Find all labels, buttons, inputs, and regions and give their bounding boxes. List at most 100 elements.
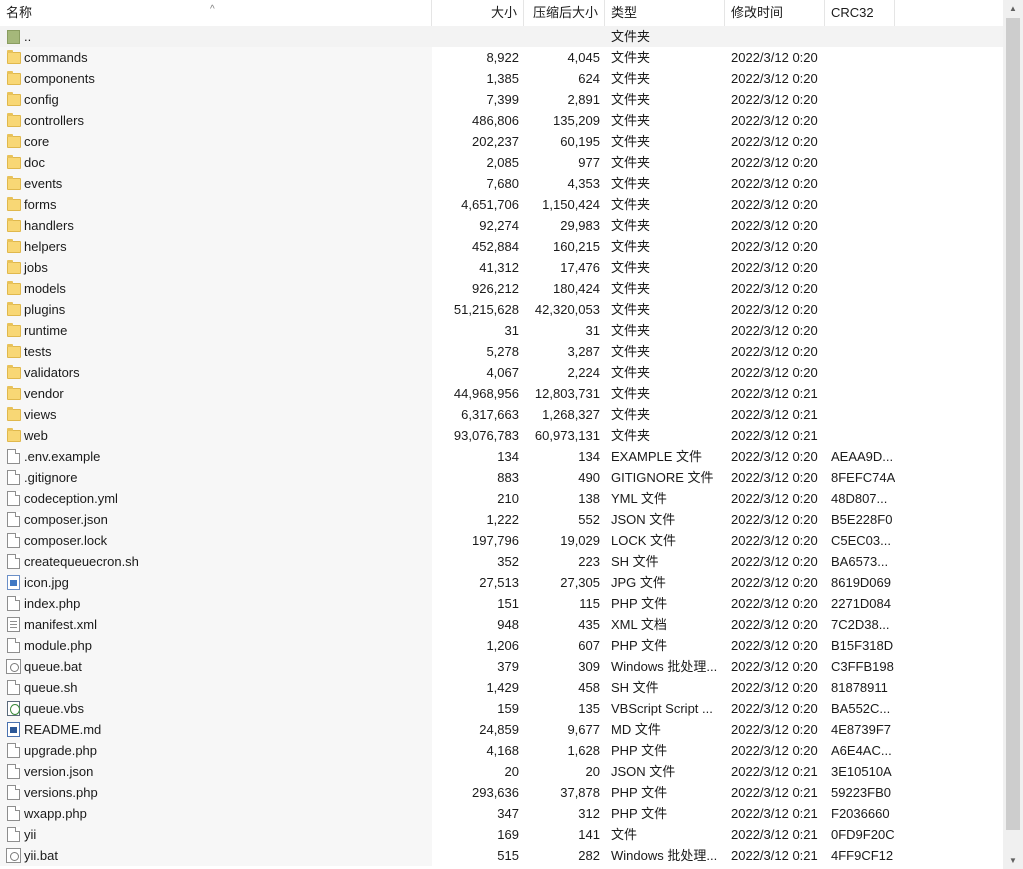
- scroll-up-arrow-icon[interactable]: ▲: [1003, 0, 1023, 17]
- file-row[interactable]: tests 5,278 3,287 文件夹 2022/3/12 0:20: [0, 341, 1003, 362]
- file-icon: [7, 449, 20, 464]
- crc32-value: [825, 320, 895, 341]
- file-row[interactable]: .env.example 134 134 EXAMPLE 文件 2022/3/12 0:…: [0, 446, 1003, 467]
- file-row[interactable]: queue.bat 379 309 Windows 批处理... 2022/3/12 0…: [0, 656, 1003, 677]
- file-icon: [7, 533, 20, 548]
- file-row[interactable]: module.php 1,206 607 PHP 文件 2022/3/12 0:20 B1…: [0, 635, 1003, 656]
- file-row[interactable]: README.md 24,859 9,677 MD 文件 2022/3/12 0:20 4…: [0, 719, 1003, 740]
- file-size: 926,212: [472, 281, 519, 296]
- file-row[interactable]: validators 4,067 2,224 文件夹 2022/3/12 0:20: [0, 362, 1003, 383]
- crc32-value: [825, 26, 895, 47]
- file-row[interactable]: handlers 92,274 29,983 文件夹 2022/3/12 0:20: [0, 215, 1003, 236]
- file-size: 2,085: [486, 155, 519, 170]
- file-row[interactable]: codeception.yml 210 138 YML 文件 2022/3/12 0:2…: [0, 488, 1003, 509]
- folder-icon: [7, 239, 21, 253]
- file-row[interactable]: views 6,317,663 1,268,327 文件夹 2022/3/12 0:21: [0, 404, 1003, 425]
- file-name-cell: queue.sh: [0, 677, 432, 698]
- file-row[interactable]: version.json 20 20 JSON 文件 2022/3/12 0:21 3E1…: [0, 761, 1003, 782]
- file-row[interactable]: icon.jpg 27,513 27,305 JPG 文件 2022/3/12 0:20…: [0, 572, 1003, 593]
- file-name-cell: controllers: [0, 110, 432, 131]
- file-row[interactable]: .gitignore 883 490 GITIGNORE 文件 2022/3/12 0:…: [0, 467, 1003, 488]
- crc32-value: 81878911: [831, 680, 888, 695]
- folder-icon: [7, 155, 21, 169]
- file-type: PHP 文件: [611, 806, 668, 821]
- file-type: 文件夹: [611, 428, 651, 443]
- file-row[interactable]: forms 4,651,706 1,150,424 文件夹 2022/3/12 0:20: [0, 194, 1003, 215]
- file-row[interactable]: vendor 44,968,956 12,803,731 文件夹 2022/3/12 0…: [0, 383, 1003, 404]
- column-header-modified[interactable]: 修改时间: [725, 0, 825, 26]
- column-header-crc32[interactable]: CRC32: [825, 0, 895, 26]
- file-row[interactable]: core 202,237 60,195 文件夹 2022/3/12 0:20: [0, 131, 1003, 152]
- vertical-scrollbar[interactable]: ▲ ▼: [1003, 0, 1023, 869]
- file-name-cell: yii: [0, 824, 432, 845]
- file-row[interactable]: commands 8,922 4,045 文件夹 2022/3/12 0:20: [0, 47, 1003, 68]
- file-row[interactable]: yii.bat 515 282 Windows 批处理... 2022/3/12 0:2…: [0, 845, 1003, 866]
- modified-time: 2022/3/12 0:21: [731, 785, 818, 800]
- file-row[interactable]: jobs 41,312 17,476 文件夹 2022/3/12 0:20: [0, 257, 1003, 278]
- file-name-cell: README.md: [0, 719, 432, 740]
- file-name-cell: composer.lock: [0, 530, 432, 551]
- file-row[interactable]: composer.lock 197,796 19,029 LOCK 文件 2022/3/…: [0, 530, 1003, 551]
- file-name: wxapp.php: [24, 806, 87, 821]
- column-header-compressed-size[interactable]: 压缩后大小: [524, 0, 605, 26]
- file-name-cell: web: [0, 425, 432, 446]
- file-row[interactable]: composer.json 1,222 552 JSON 文件 2022/3/12 0:…: [0, 509, 1003, 530]
- file-row[interactable]: queue.sh 1,429 458 SH 文件 2022/3/12 0:20 81878…: [0, 677, 1003, 698]
- compressed-size: 607: [578, 638, 600, 653]
- file-row[interactable]: config 7,399 2,891 文件夹 2022/3/12 0:20: [0, 89, 1003, 110]
- crc32-value: C3FFB198: [831, 659, 894, 674]
- file-row[interactable]: manifest.xml 948 435 XML 文档 2022/3/12 0:20 7C…: [0, 614, 1003, 635]
- modified-time: 2022/3/12 0:21: [731, 407, 818, 422]
- file-name: runtime: [24, 323, 68, 338]
- compressed-size: 19,029: [560, 533, 600, 548]
- scroll-down-arrow-icon[interactable]: ▼: [1003, 852, 1023, 869]
- file-row[interactable]: createqueuecron.sh 352 223 SH 文件 2022/3/12 0…: [0, 551, 1003, 572]
- file-type: 文件夹: [611, 218, 651, 233]
- file-row[interactable]: controllers 486,806 135,209 文件夹 2022/3/12 0:…: [0, 110, 1003, 131]
- file-row[interactable]: versions.php 293,636 37,878 PHP 文件 2022/3/12…: [0, 782, 1003, 803]
- scrollbar-thumb[interactable]: [1006, 18, 1020, 830]
- file-row[interactable]: plugins 51,215,628 42,320,053 文件夹 2022/3/12 …: [0, 299, 1003, 320]
- file-row[interactable]: helpers 452,884 160,215 文件夹 2022/3/12 0:20: [0, 236, 1003, 257]
- file-row[interactable]: runtime 31 31 文件夹 2022/3/12 0:20: [0, 320, 1003, 341]
- file-row[interactable]: queue.vbs 159 135 VBScript Script ... 2022/3…: [0, 698, 1003, 719]
- file-size: 293,636: [472, 785, 519, 800]
- file-row[interactable]: index.php 151 115 PHP 文件 2022/3/12 0:20 2271D…: [0, 593, 1003, 614]
- file-type: PHP 文件: [611, 596, 668, 611]
- file-size: 1,206: [486, 638, 519, 653]
- file-type: 文件夹: [611, 386, 651, 401]
- folder-icon: [7, 302, 21, 316]
- file-name-cell: .gitignore: [0, 467, 432, 488]
- folder-icon: [7, 281, 21, 295]
- column-header-size[interactable]: 大小: [432, 0, 524, 26]
- crc32-value: 0FD9F20C: [831, 827, 895, 842]
- column-header-type[interactable]: 类型: [605, 0, 725, 26]
- modified-time: [725, 26, 825, 47]
- file-name-cell: version.json: [0, 761, 432, 782]
- file-row[interactable]: models 926,212 180,424 文件夹 2022/3/12 0:20: [0, 278, 1003, 299]
- column-header-name[interactable]: 名称 ^: [0, 0, 432, 26]
- file-row[interactable]: events 7,680 4,353 文件夹 2022/3/12 0:20: [0, 173, 1003, 194]
- file-size: 159: [497, 701, 519, 716]
- parent-directory-row[interactable]: .. 文件夹: [0, 26, 1003, 47]
- file-size: 486,806: [472, 113, 519, 128]
- file-row[interactable]: web 93,076,783 60,973,131 文件夹 2022/3/12 0:21: [0, 425, 1003, 446]
- file-row[interactable]: yii 169 141 文件 2022/3/12 0:21 0FD9F20C: [0, 824, 1003, 845]
- modified-time: 2022/3/12 0:20: [731, 680, 818, 695]
- file-row[interactable]: upgrade.php 4,168 1,628 PHP 文件 2022/3/12 0:2…: [0, 740, 1003, 761]
- file-size: 4,651,706: [461, 197, 519, 212]
- file-name: queue.bat: [24, 659, 82, 674]
- compressed-size: 20: [585, 764, 600, 779]
- modified-time: 2022/3/12 0:20: [731, 743, 818, 758]
- modified-time: 2022/3/12 0:20: [731, 722, 818, 737]
- crc32-value: BA6573...: [831, 554, 889, 569]
- file-name: codeception.yml: [24, 491, 118, 506]
- file-row[interactable]: doc 2,085 977 文件夹 2022/3/12 0:20: [0, 152, 1003, 173]
- file-row[interactable]: wxapp.php 347 312 PHP 文件 2022/3/12 0:21 F2036…: [0, 803, 1003, 824]
- crc32-value: [825, 362, 895, 383]
- file-name: validators: [24, 365, 80, 380]
- file-type: PHP 文件: [611, 743, 668, 758]
- file-row[interactable]: components 1,385 624 文件夹 2022/3/12 0:20: [0, 68, 1003, 89]
- crc32-value: [825, 152, 895, 173]
- file-type: 文件夹: [611, 134, 651, 149]
